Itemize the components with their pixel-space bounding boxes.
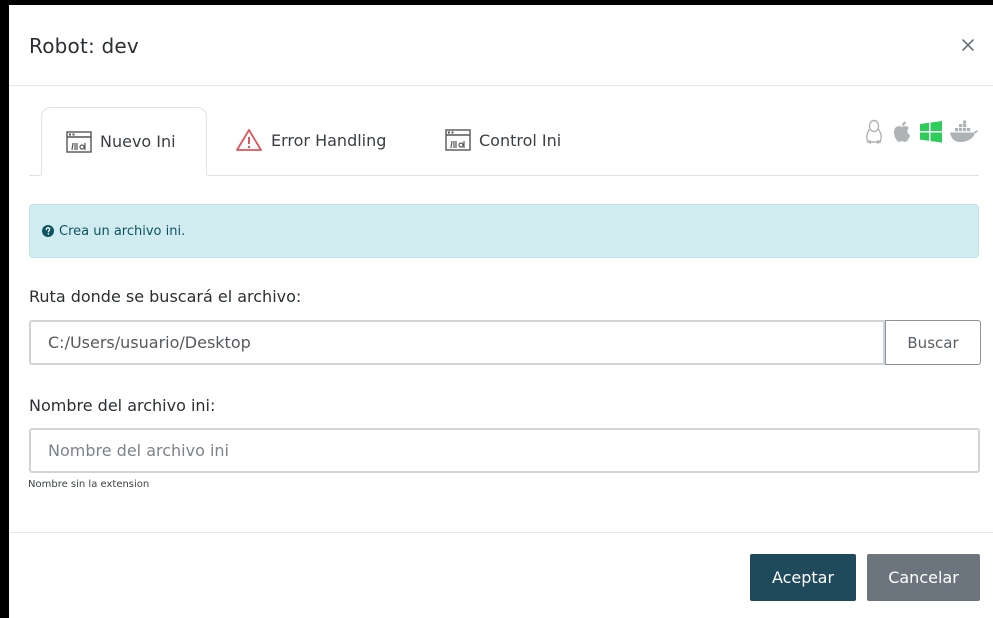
tab-error-handling[interactable]: Error Handling — [229, 107, 429, 173]
path-input[interactable] — [29, 320, 885, 365]
warning-icon — [235, 128, 263, 152]
tab-label: Error Handling — [271, 130, 387, 150]
close-icon — [962, 39, 974, 51]
modal-header: Robot: dev — [9, 5, 993, 86]
modal-dialog: Robot: dev Nuevo Ini Error Handling Cont… — [9, 5, 993, 618]
browse-button[interactable]: Buscar — [885, 320, 981, 365]
alert-text: Crea un archivo ini. — [59, 223, 186, 239]
filename-input[interactable] — [29, 428, 980, 473]
footer-divider — [9, 532, 993, 533]
docker-icon — [949, 120, 979, 144]
ini-file-icon — [66, 130, 92, 153]
tab-bar: Nuevo Ini Error Handling Control Ini — [29, 107, 979, 176]
tab-label: Control Ini — [479, 130, 562, 150]
ini-file-icon — [445, 129, 471, 151]
os-compatibility-icons — [863, 119, 979, 145]
cancel-button[interactable]: Cancelar — [867, 554, 980, 601]
question-circle-icon — [42, 225, 54, 237]
tab-label: Nuevo Ini — [100, 132, 176, 151]
filename-label: Nombre del archivo ini: — [29, 396, 216, 415]
path-input-group: Buscar — [29, 320, 981, 365]
linux-icon — [863, 119, 885, 145]
filename-help-text: Nombre sin la extension — [28, 479, 150, 490]
modal-title: Robot: dev — [29, 34, 139, 58]
apple-icon — [891, 120, 913, 144]
path-label: Ruta donde se buscará el archivo: — [29, 287, 302, 306]
accept-button[interactable]: Aceptar — [750, 554, 856, 601]
close-button[interactable] — [957, 34, 979, 56]
tab-nuevo-ini[interactable]: Nuevo Ini — [41, 107, 207, 176]
windows-icon — [919, 121, 943, 143]
tab-control-ini[interactable]: Control Ini — [445, 107, 605, 173]
info-alert: Crea un archivo ini. — [29, 204, 979, 258]
